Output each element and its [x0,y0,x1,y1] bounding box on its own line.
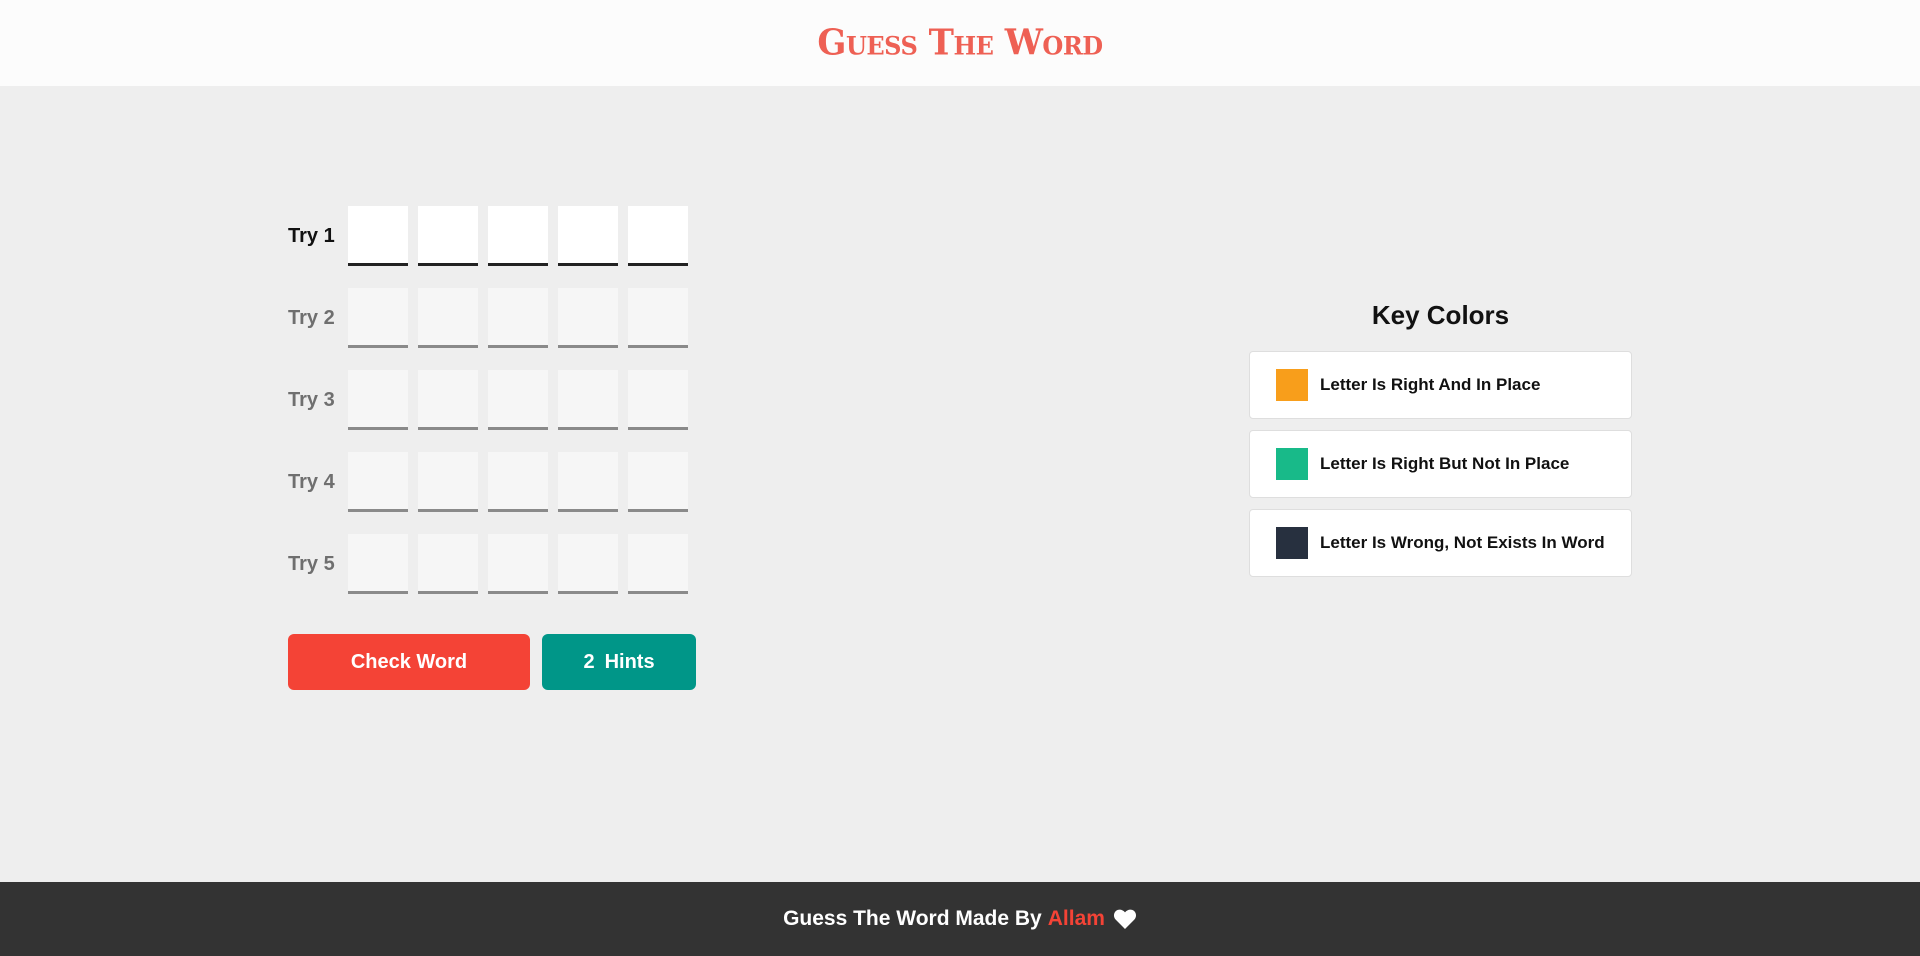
letter-input[interactable] [488,206,548,266]
key-item-label: Letter Is Right But Not In Place [1320,454,1570,473]
letter-input [348,370,408,430]
hints-button[interactable]: 2 Hints [542,634,696,690]
key-item-wrong: Letter Is Wrong, Not Exists In Word [1249,509,1632,577]
try-row-4: Try 4 [288,452,698,512]
letter-input [558,452,618,512]
color-swatch [1276,527,1308,559]
hint-count: 2 [583,650,595,673]
key-item-not-in-place: Letter Is Right But Not In Place [1249,430,1632,498]
header: Guess The Word [0,0,1920,86]
letter-input [628,534,688,594]
key-item-label: Letter Is Right And In Place [1320,375,1541,394]
letter-input [488,534,548,594]
try-row-1: Try 1 [288,206,698,266]
key-item-label: Letter Is Wrong, Not Exists In Word [1320,533,1605,552]
footer: Guess The Word Made By Allam [0,882,1920,956]
color-swatch [1276,369,1308,401]
color-swatch [1276,448,1308,480]
try-label: Try 4 [288,470,335,493]
key-colors-panel: Key Colors Letter Is Right And In Place … [1249,300,1632,588]
letter-input[interactable] [558,206,618,266]
letter-input[interactable] [418,206,478,266]
key-colors-title: Key Colors [1371,300,1510,330]
try-label: Try 1 [288,224,335,247]
letter-input [418,288,478,348]
letter-input [418,452,478,512]
letter-input [628,370,688,430]
hint-label: Hints [604,650,655,673]
try-label: Try 3 [288,388,335,411]
try-row-3: Try 3 [288,370,698,430]
footer-text: Guess The Word Made By [783,907,1042,930]
letter-input [488,452,548,512]
letter-input[interactable] [628,206,688,266]
try-row-5: Try 5 [288,534,698,594]
try-label: Try 2 [288,306,335,329]
game-area: Try 1 Try 2 Try 3 Try 4 Try 5 [288,206,698,616]
letter-input [558,288,618,348]
letter-input[interactable] [348,206,408,266]
check-word-button[interactable]: Check Word [288,634,530,690]
letter-input [348,452,408,512]
author-link[interactable]: Allam [1048,907,1105,931]
letter-input [628,288,688,348]
page-title: Guess The Word [817,22,1103,64]
letter-input [418,370,478,430]
letter-input [488,288,548,348]
letter-input [488,370,548,430]
letter-input [418,534,478,594]
letter-input [558,370,618,430]
heart-icon [1113,908,1137,930]
letter-input [348,288,408,348]
letter-input [558,534,618,594]
try-row-2: Try 2 [288,288,698,348]
letter-input [628,452,688,512]
letter-input [348,534,408,594]
try-label: Try 5 [288,552,335,575]
key-item-in-place: Letter Is Right And In Place [1249,351,1632,419]
action-buttons: Check Word 2 Hints [288,634,696,690]
